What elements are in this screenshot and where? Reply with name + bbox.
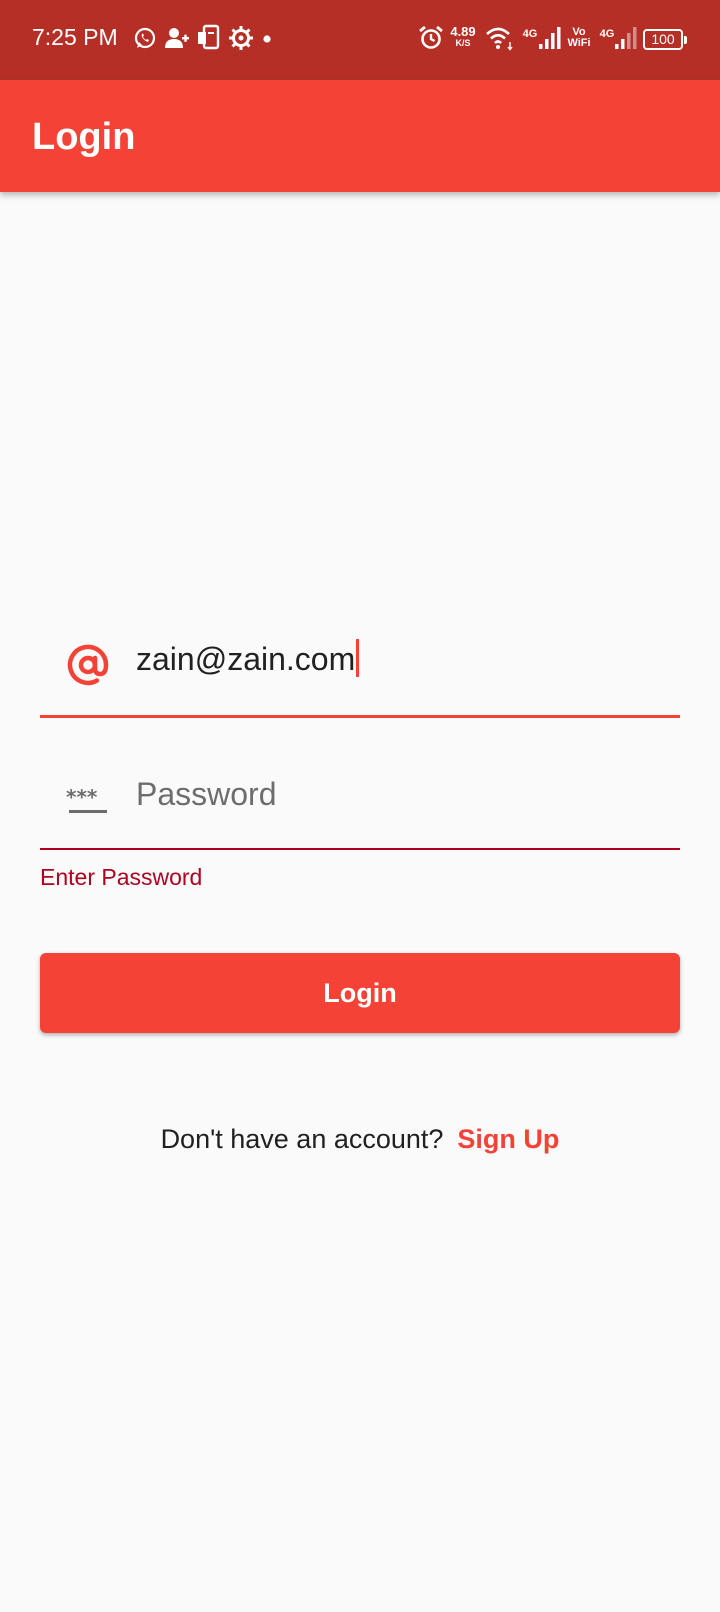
vowifi-bottom: WiFi <box>567 37 591 49</box>
password-field[interactable]: *** Password <box>40 760 680 850</box>
signup-row: Don't have an account? Sign Up <box>0 1124 720 1155</box>
battery-icon: 100 <box>643 29 687 50</box>
svg-text:***: *** <box>66 785 98 809</box>
email-value[interactable]: zain@zain.com <box>136 639 360 678</box>
phone-clipboard-icon <box>198 24 220 50</box>
signup-link[interactable]: Sign Up <box>457 1124 559 1154</box>
password-icon: *** <box>66 785 107 813</box>
wifi-icon <box>486 27 513 51</box>
page-title: Login <box>32 116 136 158</box>
net-speed-value: 4.89 <box>450 24 476 39</box>
gear-icon <box>229 26 253 50</box>
text-caret <box>356 639 360 677</box>
password-error: Enter Password <box>40 864 203 890</box>
dot-icon <box>263 35 271 43</box>
alarm-icon <box>419 25 443 49</box>
login-button-label: Login <box>323 977 397 1008</box>
at-sign-icon <box>67 644 109 686</box>
status-time: 7:25 PM <box>32 24 118 50</box>
login-button[interactable]: Login <box>40 953 680 1033</box>
signal-icon <box>539 27 561 49</box>
net-speed-unit: K/S <box>455 38 471 48</box>
whatsapp-icon <box>134 27 156 49</box>
email-field[interactable]: zain@zain.com <box>40 625 680 718</box>
signup-question: Don't have an account? <box>160 1124 444 1154</box>
app-bar: Login <box>0 80 720 192</box>
battery-level: 100 <box>651 31 675 47</box>
signal-icon <box>615 27 637 49</box>
add-person-icon <box>165 28 189 48</box>
password-placeholder: Password <box>136 776 277 812</box>
status-bar: 7:25 PM 4.89 K/S 4G Vo WiFi 4G 100 <box>0 0 720 80</box>
